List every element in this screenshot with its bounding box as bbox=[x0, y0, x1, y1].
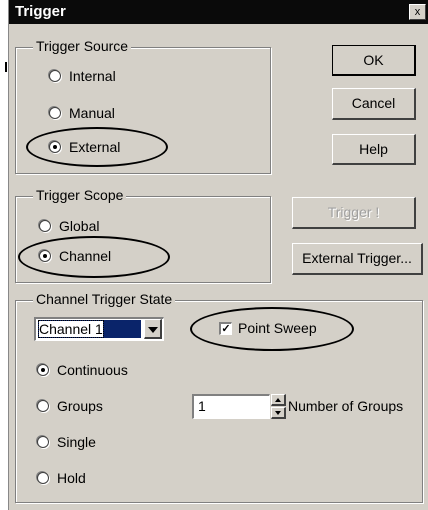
radio-global-dot bbox=[39, 220, 51, 232]
radio-manual-label: Manual bbox=[69, 105, 115, 121]
radio-continuous-label: Continuous bbox=[57, 362, 128, 378]
help-button[interactable]: Help bbox=[332, 134, 416, 165]
external-trigger-button[interactable]: External Trigger... bbox=[292, 243, 423, 275]
trigger-dialog: Trigger x Trigger Source Internal Manual… bbox=[8, 0, 428, 510]
chevron-down-icon bbox=[148, 327, 158, 333]
radio-hold-label: Hold bbox=[57, 470, 86, 486]
radio-internal[interactable]: Internal bbox=[49, 68, 169, 86]
title-bar[interactable]: Trigger x bbox=[9, 0, 428, 24]
spin-down-button[interactable] bbox=[271, 407, 286, 419]
number-of-groups-spinner[interactable] bbox=[271, 394, 286, 419]
arrow-down-icon bbox=[275, 411, 281, 415]
highlight-ellipse-channel bbox=[18, 236, 170, 278]
highlight-ellipse-point-sweep bbox=[190, 307, 354, 351]
radio-groups[interactable]: Groups bbox=[37, 398, 177, 416]
trigger-source-label: Trigger Source bbox=[33, 38, 132, 54]
radio-single-label: Single bbox=[57, 434, 96, 450]
close-icon: x bbox=[414, 6, 421, 18]
window-title: Trigger bbox=[15, 3, 66, 20]
channel-select[interactable]: Channel 1 bbox=[34, 317, 164, 341]
radio-continuous-dot bbox=[37, 364, 49, 376]
channel-select-value: Channel 1 bbox=[38, 320, 104, 338]
ok-button[interactable]: OK bbox=[332, 45, 416, 76]
radio-single-dot bbox=[37, 436, 49, 448]
radio-global-label: Global bbox=[59, 218, 100, 234]
radio-continuous[interactable]: Continuous bbox=[37, 362, 177, 380]
arrow-up-icon bbox=[275, 398, 281, 402]
radio-manual-dot bbox=[49, 107, 61, 119]
number-of-groups-label: Number of Groups bbox=[288, 398, 404, 414]
radio-manual[interactable]: Manual bbox=[49, 105, 169, 123]
highlight-ellipse-external bbox=[26, 127, 168, 167]
radio-internal-dot bbox=[49, 70, 61, 82]
radio-groups-label: Groups bbox=[57, 398, 103, 414]
spin-up-button[interactable] bbox=[271, 394, 286, 406]
number-of-groups-value: 1 bbox=[198, 398, 206, 414]
cancel-button[interactable]: Cancel bbox=[332, 88, 416, 120]
background-mark bbox=[5, 62, 7, 72]
radio-single[interactable]: Single bbox=[37, 434, 177, 452]
radio-groups-dot bbox=[37, 400, 49, 412]
trigger-now-button[interactable]: Trigger ! bbox=[292, 197, 416, 229]
close-button[interactable]: x bbox=[409, 4, 426, 20]
channel-select-dropdown-button[interactable] bbox=[144, 319, 162, 339]
trigger-scope-label: Trigger Scope bbox=[33, 187, 127, 203]
radio-hold[interactable]: Hold bbox=[37, 470, 177, 488]
background-strip bbox=[0, 40, 8, 130]
radio-internal-label: Internal bbox=[69, 68, 116, 84]
channel-trigger-state-label: Channel Trigger State bbox=[33, 291, 176, 307]
radio-global[interactable]: Global bbox=[39, 218, 159, 236]
number-of-groups-input[interactable]: 1 bbox=[192, 394, 270, 419]
radio-hold-dot bbox=[37, 472, 49, 484]
